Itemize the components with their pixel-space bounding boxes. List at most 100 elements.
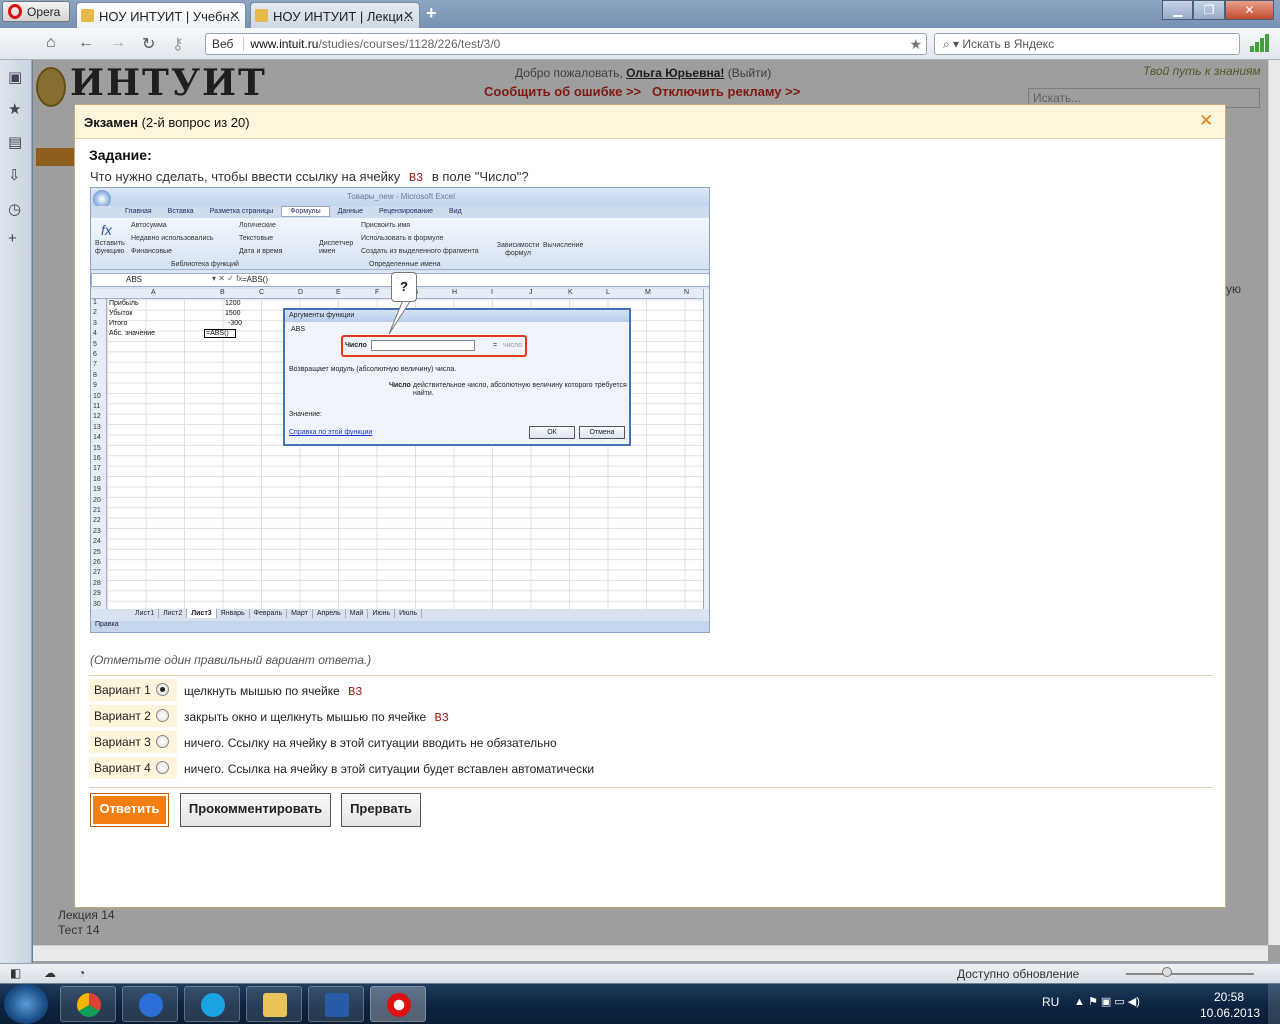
intuit-favicon-icon xyxy=(255,9,268,22)
excel-row-number: 4 xyxy=(93,330,97,338)
yandex-search-input[interactable]: ⌕ ▾ Искать в Яндекс xyxy=(934,33,1240,55)
clock-date[interactable]: 10.06.2013 xyxy=(1200,1006,1260,1020)
excel-row-number: 2 xyxy=(93,309,97,317)
search-icon: ⌕ ▾ xyxy=(943,37,963,51)
exam-dialog: Экзамен (2-й вопрос из 20) ✕ Задание: Чт… xyxy=(74,104,1226,908)
excel-row-number: 18 xyxy=(93,475,101,483)
question-text: Что нужно сделать, чтобы ввести ссылку н… xyxy=(90,169,529,185)
start-button[interactable] xyxy=(4,984,48,1024)
taskbar-chrome[interactable] xyxy=(60,986,116,1022)
excel-row-number: 22 xyxy=(93,517,101,525)
key-icon[interactable]: ⚷ xyxy=(172,34,184,54)
opera-side-panel xyxy=(0,60,32,963)
back-icon[interactable]: ← xyxy=(78,34,94,52)
new-tab-icon[interactable]: + xyxy=(426,3,437,24)
excel-row-number: 30 xyxy=(93,600,101,608)
option-2-label[interactable]: Вариант 2 xyxy=(89,705,177,727)
add-panel-icon[interactable]: + xyxy=(8,230,17,247)
browser-status-bar: ◧ ☁ ◔ Доступно обновление xyxy=(0,963,1280,983)
excel-screenshot: Товары_new - Microsoft Excel Главная Вста… xyxy=(90,187,710,633)
history-icon[interactable]: ◷ xyxy=(8,200,21,218)
excel-row-headers: 1 2 3 4 5 6 7 8 9 10 11 12 13 14 15 16 17 18 19 20 21 22 23 24 2… xyxy=(91,299,107,609)
excel-row-number: 7 xyxy=(93,361,97,369)
language-indicator[interactable]: RU xyxy=(1042,995,1059,1009)
close-dialog-icon[interactable]: ✕ xyxy=(1199,111,1213,131)
close-tab-icon[interactable]: ✕ xyxy=(229,8,240,24)
taskbar-skype[interactable] xyxy=(184,986,240,1022)
excel-title: Товары_new - Microsoft Excel xyxy=(91,188,709,206)
signal-icon xyxy=(1250,34,1270,52)
dialog-title: Экзамен (2-й вопрос из 20) xyxy=(84,115,250,130)
bookmarks-icon[interactable]: ★ xyxy=(8,100,21,118)
divider xyxy=(89,787,1213,788)
opera-menu-button[interactable]: Opera xyxy=(2,1,70,22)
option-1-radio[interactable] xyxy=(156,683,169,696)
forward-icon[interactable]: → xyxy=(110,34,126,52)
excel-row-number: 19 xyxy=(93,486,101,494)
excel-status: Правка xyxy=(91,621,709,632)
notes-icon[interactable]: ▤ xyxy=(8,133,22,151)
option-1-label[interactable]: Вариант 1 xyxy=(89,679,177,701)
excel-row-number: 24 xyxy=(93,538,101,546)
function-icon: fx xyxy=(101,222,112,238)
abort-button[interactable]: Прервать xyxy=(341,793,421,827)
speed-icon[interactable]: ◔ xyxy=(78,966,85,980)
cloud-icon[interactable]: ☁ xyxy=(44,966,56,980)
comment-button[interactable]: Прокомментировать xyxy=(180,793,331,827)
excel-ribbon: fx Вставить функцию Автосумма Недавно ис… xyxy=(91,218,709,270)
excel-row-number: 23 xyxy=(93,527,101,535)
vertical-scrollbar[interactable] xyxy=(1268,60,1280,945)
horizontal-scrollbar[interactable] xyxy=(33,945,1268,961)
zoom-slider[interactable] xyxy=(1126,973,1254,975)
option-4-label[interactable]: Вариант 4 xyxy=(89,757,177,779)
function-arguments-dialog: Аргументы функции ABS Число = число Возв… xyxy=(283,308,631,446)
reload-icon[interactable]: ↻ xyxy=(142,34,155,54)
close-window-icon[interactable]: ✕ xyxy=(1224,0,1274,20)
excel-row-number: 13 xyxy=(93,423,101,431)
address-bar[interactable]: Веб www.intuit.ru/studies/courses/1128/22… xyxy=(205,33,927,55)
option-3-label[interactable]: Вариант 3 xyxy=(89,731,177,753)
update-available[interactable]: Доступно обновление xyxy=(957,967,1079,981)
excel-row-number: 16 xyxy=(93,455,101,462)
downloads-icon[interactable]: ⇩ xyxy=(8,166,21,184)
excel-row-number: 5 xyxy=(93,340,97,348)
option-2-text: закрыть окно и щелкнуть мышью по ячейке … xyxy=(184,710,449,725)
taskbar-app[interactable] xyxy=(122,986,178,1022)
tray-icons[interactable]: ▲ ⚑ ▣ ▭ ◀) xyxy=(1074,995,1140,1008)
excel-row-number: 10 xyxy=(93,392,101,400)
taskbar-opera[interactable] xyxy=(370,986,426,1022)
excel-row-number: 15 xyxy=(93,444,101,452)
task-label: Задание: xyxy=(89,147,152,163)
close-tab-icon[interactable]: ✕ xyxy=(403,8,414,24)
option-2-radio[interactable] xyxy=(156,709,169,722)
speed-dial-icon[interactable]: ▣ xyxy=(8,68,22,86)
panel-toggle-icon[interactable]: ◧ xyxy=(10,966,21,980)
excel-row-number: 21 xyxy=(93,507,101,514)
option-3-text: ничего. Ссылку на ячейку в этой ситуации… xyxy=(184,736,557,750)
excel-row-number: 14 xyxy=(93,434,101,442)
excel-row-number: 3 xyxy=(93,319,97,327)
address-host: www.intuit.ru xyxy=(250,37,319,51)
folder-icon xyxy=(263,993,287,1017)
taskbar-explorer[interactable] xyxy=(246,986,302,1022)
answer-button[interactable]: Ответить xyxy=(90,793,169,827)
bookmark-star-icon[interactable]: ★ xyxy=(909,36,922,53)
home-icon[interactable]: ⌂ xyxy=(46,34,56,52)
answer-hint: (Отметьте один правильный вариант ответа… xyxy=(90,653,372,667)
show-desktop-button[interactable] xyxy=(1268,984,1280,1024)
tab-active[interactable]: НОУ ИНТУИТ | Учебн... ✕ xyxy=(76,2,246,28)
tab-inactive[interactable]: НОУ ИНТУИТ | Лекци... ✕ xyxy=(250,2,420,28)
taskbar-word[interactable] xyxy=(308,986,364,1022)
restore-icon[interactable]: ❐ xyxy=(1193,0,1225,20)
chrome-icon xyxy=(77,993,101,1017)
option-4-radio[interactable] xyxy=(156,761,169,774)
address-path: /studies/courses/1128/226/test/3/0 xyxy=(318,37,501,51)
clock-time[interactable]: 20:58 xyxy=(1214,990,1244,1004)
minimize-icon[interactable]: ▁ xyxy=(1162,0,1194,20)
zoom-slider-handle[interactable] xyxy=(1162,967,1172,977)
option-1-text: щелкнуть мышью по ячейке B3 xyxy=(184,684,363,699)
excel-row-number: 12 xyxy=(93,413,101,421)
option-3-radio[interactable] xyxy=(156,735,169,748)
excel-row-number: 20 xyxy=(93,496,101,504)
excel-row-number: 29 xyxy=(93,590,101,598)
